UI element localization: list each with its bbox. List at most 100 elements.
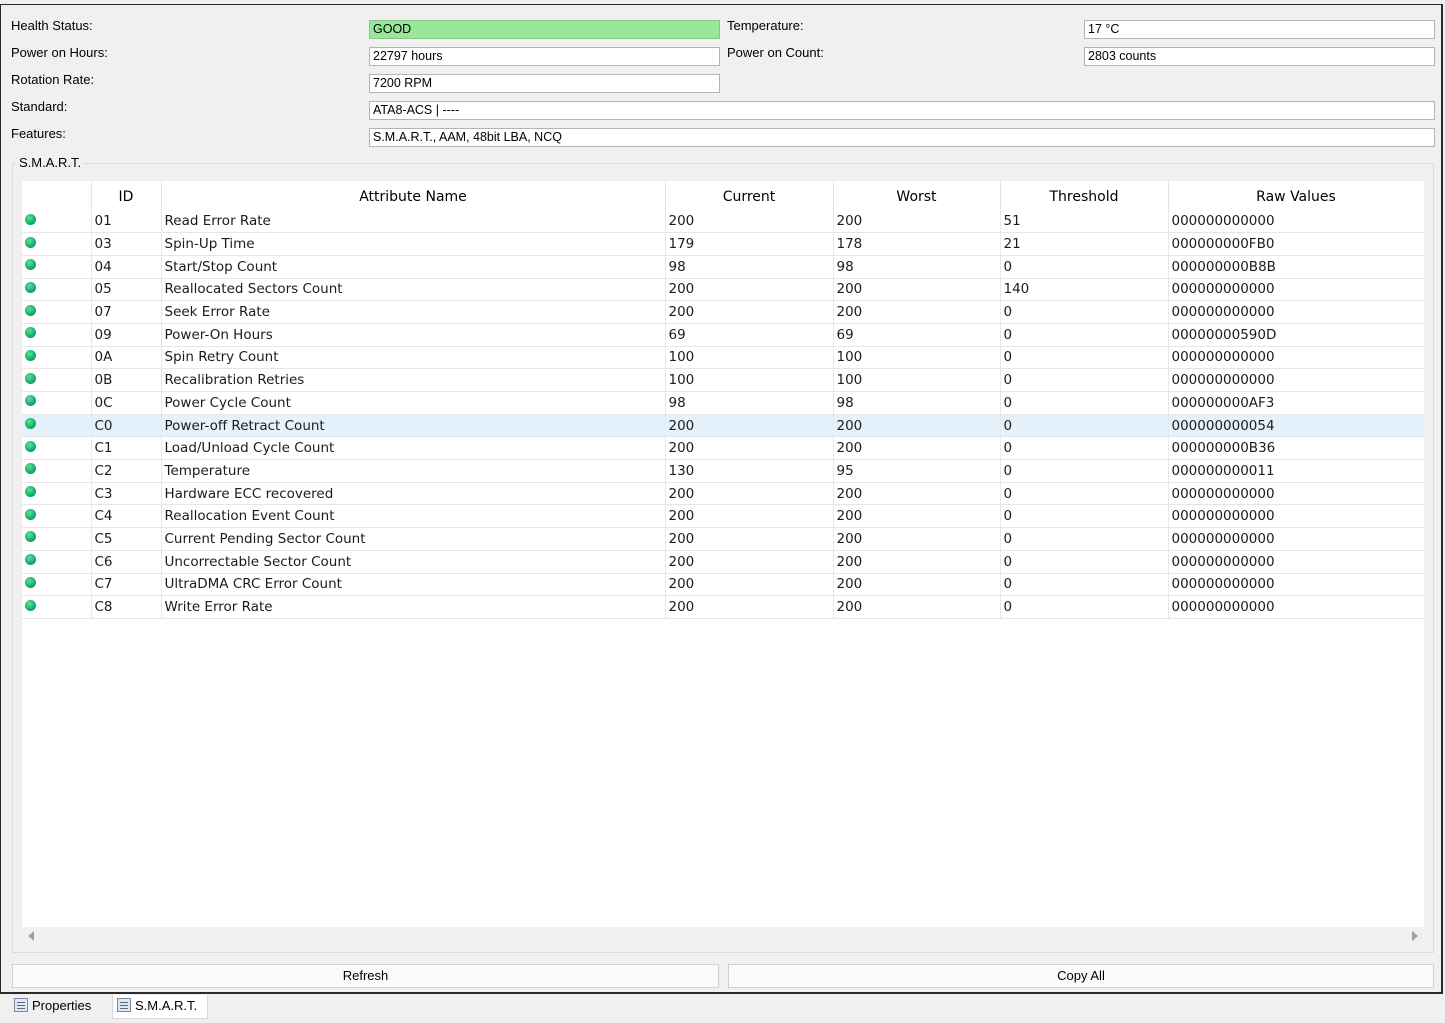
cell-id: C3 bbox=[91, 482, 162, 506]
table-row[interactable]: 07 Seek Error Rate 200 200 0 000000000000 bbox=[22, 300, 1424, 324]
cell-status bbox=[22, 391, 92, 415]
cell-raw-value: 000000000000 bbox=[1168, 368, 1424, 392]
table-row[interactable]: 03 Spin-Up Time 179 178 21 000000000FB0 bbox=[22, 232, 1424, 256]
table-row[interactable]: 0C Power Cycle Count 98 98 0 000000000AF3 bbox=[22, 391, 1424, 415]
status-good-icon bbox=[25, 304, 36, 316]
table-row[interactable]: 04 Start/Stop Count 98 98 0 000000000B8B bbox=[22, 255, 1424, 279]
tab-properties[interactable]: Properties bbox=[10, 995, 106, 1019]
cell-status bbox=[22, 210, 92, 234]
table-row[interactable]: C1 Load/Unload Cycle Count 200 200 0 00000000… bbox=[22, 436, 1424, 461]
cell-threshold: 0 bbox=[1000, 550, 1169, 574]
cell-id: C6 bbox=[91, 550, 162, 574]
cell-id: C7 bbox=[91, 573, 162, 597]
rotation-rate-field[interactable]: 7200 RPM bbox=[369, 74, 720, 93]
temperature-label: Temperature: bbox=[727, 18, 804, 33]
standard-field[interactable]: ATA8-ACS | ---- bbox=[369, 101, 1435, 120]
cell-worst: 200 bbox=[833, 527, 1001, 551]
smart-panel: Health Status: GOOD Temperature: 17 °C P… bbox=[0, 4, 1443, 994]
cell-current: 200 bbox=[665, 436, 834, 461]
cell-current: 200 bbox=[665, 278, 834, 302]
cell-id: 07 bbox=[91, 300, 162, 324]
properties-icon bbox=[14, 998, 28, 1013]
cell-threshold: 0 bbox=[1000, 391, 1169, 415]
cell-id: 03 bbox=[91, 232, 162, 256]
power-on-count-field[interactable]: 2803 counts bbox=[1084, 47, 1435, 66]
column-header-id[interactable]: ID bbox=[91, 181, 162, 210]
column-header-threshold[interactable]: Threshold bbox=[1000, 181, 1169, 210]
table-row[interactable]: C0 Power-off Retract Count 200 200 0 00000000… bbox=[22, 414, 1424, 438]
cell-threshold: 21 bbox=[1000, 232, 1169, 256]
features-field[interactable]: S.M.A.R.T., AAM, 48bit LBA, NCQ bbox=[369, 128, 1435, 147]
cell-threshold: 0 bbox=[1000, 346, 1169, 370]
cell-worst: 200 bbox=[833, 278, 1001, 302]
table-row[interactable]: 05 Reallocated Sectors Count 200 200 140 0000… bbox=[22, 278, 1424, 302]
cell-threshold: 0 bbox=[1000, 368, 1169, 392]
table-row[interactable]: C4 Reallocation Event Count 200 200 0 0000000… bbox=[22, 504, 1424, 529]
cell-current: 130 bbox=[665, 459, 834, 483]
table-row[interactable]: 01 Read Error Rate 200 200 51 000000000000 bbox=[22, 210, 1424, 234]
scroll-right-arrow-icon[interactable] bbox=[1412, 931, 1418, 941]
cell-status bbox=[22, 300, 92, 324]
temperature-field[interactable]: 17 °C bbox=[1084, 20, 1435, 39]
cell-worst: 200 bbox=[833, 414, 1001, 438]
cell-status bbox=[22, 550, 92, 574]
cell-id: 04 bbox=[91, 255, 162, 279]
cell-status bbox=[22, 459, 92, 483]
status-good-icon bbox=[25, 349, 36, 361]
cell-raw-value: 000000000000 bbox=[1168, 482, 1424, 506]
status-good-icon bbox=[25, 236, 36, 248]
column-header-raw-values[interactable]: Raw Values bbox=[1168, 181, 1424, 210]
table-row[interactable]: C2 Temperature 130 95 0 000000000011 bbox=[22, 459, 1424, 483]
cell-current: 100 bbox=[665, 368, 834, 392]
cell-attribute-name: Power-off Retract Count bbox=[161, 414, 666, 438]
cell-threshold: 0 bbox=[1000, 255, 1169, 279]
table-row[interactable]: 0B Recalibration Retries 100 100 0 0000000000… bbox=[22, 368, 1424, 392]
cell-worst: 200 bbox=[833, 210, 1001, 234]
cell-worst: 178 bbox=[833, 232, 1001, 256]
column-header-attribute-name[interactable]: Attribute Name bbox=[161, 181, 666, 210]
status-good-icon bbox=[25, 531, 36, 543]
column-header-worst[interactable]: Worst bbox=[833, 181, 1001, 210]
health-status-field[interactable]: GOOD bbox=[369, 20, 720, 39]
smart-group-title: S.M.A.R.T. bbox=[17, 155, 84, 171]
status-good-icon bbox=[25, 395, 36, 407]
cell-attribute-name: Temperature bbox=[161, 459, 666, 483]
table-row[interactable]: C6 Uncorrectable Sector Count 200 200 0 00000… bbox=[22, 550, 1424, 574]
copy-all-button[interactable]: Copy All bbox=[728, 964, 1434, 988]
standard-label: Standard: bbox=[11, 99, 68, 114]
table-row[interactable]: C8 Write Error Rate 200 200 0 000000000000 bbox=[22, 595, 1424, 619]
cell-attribute-name: Current Pending Sector Count bbox=[161, 527, 666, 551]
scroll-left-arrow-icon[interactable] bbox=[28, 931, 34, 941]
cell-status bbox=[22, 414, 92, 438]
cell-current: 200 bbox=[665, 573, 834, 597]
refresh-button[interactable]: Refresh bbox=[12, 964, 719, 988]
table-row[interactable]: 09 Power-On Hours 69 69 0 00000000590D bbox=[22, 323, 1424, 347]
cell-id: 09 bbox=[91, 323, 162, 347]
table-row[interactable]: C3 Hardware ECC recovered 200 200 0 000000000… bbox=[22, 482, 1424, 506]
status-good-icon bbox=[25, 372, 36, 384]
table-row[interactable]: C7 UltraDMA CRC Error Count 200 200 0 0000000… bbox=[22, 573, 1424, 597]
horizontal-scrollbar[interactable] bbox=[22, 927, 1424, 945]
smart-attribute-table[interactable]: ID Attribute Name Current Worst Threshol… bbox=[22, 181, 1424, 927]
tab-smart[interactable]: S.M.A.R.T. bbox=[112, 995, 208, 1019]
cell-id: C2 bbox=[91, 459, 162, 483]
cell-attribute-name: Uncorrectable Sector Count bbox=[161, 550, 666, 574]
cell-raw-value: 000000000054 bbox=[1168, 414, 1424, 438]
status-good-icon bbox=[25, 281, 36, 293]
table-header: ID Attribute Name Current Worst Threshol… bbox=[22, 181, 1424, 210]
column-header-current[interactable]: Current bbox=[665, 181, 834, 210]
column-header-status[interactable] bbox=[22, 181, 92, 210]
cell-current: 200 bbox=[665, 527, 834, 551]
cell-raw-value: 000000000000 bbox=[1168, 210, 1424, 234]
cell-worst: 98 bbox=[833, 391, 1001, 415]
status-good-icon bbox=[25, 418, 36, 430]
table-row[interactable]: 0A Spin Retry Count 100 100 0 000000000000 bbox=[22, 346, 1424, 370]
cell-raw-value: 000000000000 bbox=[1168, 504, 1424, 529]
cell-status bbox=[22, 527, 92, 551]
status-good-icon bbox=[25, 213, 36, 225]
cell-id: C8 bbox=[91, 595, 162, 619]
power-on-hours-field[interactable]: 22797 hours bbox=[369, 47, 720, 66]
table-row[interactable]: C5 Current Pending Sector Count 200 200 0 000… bbox=[22, 527, 1424, 551]
cell-id: 0A bbox=[91, 346, 162, 370]
cell-status bbox=[22, 573, 92, 597]
